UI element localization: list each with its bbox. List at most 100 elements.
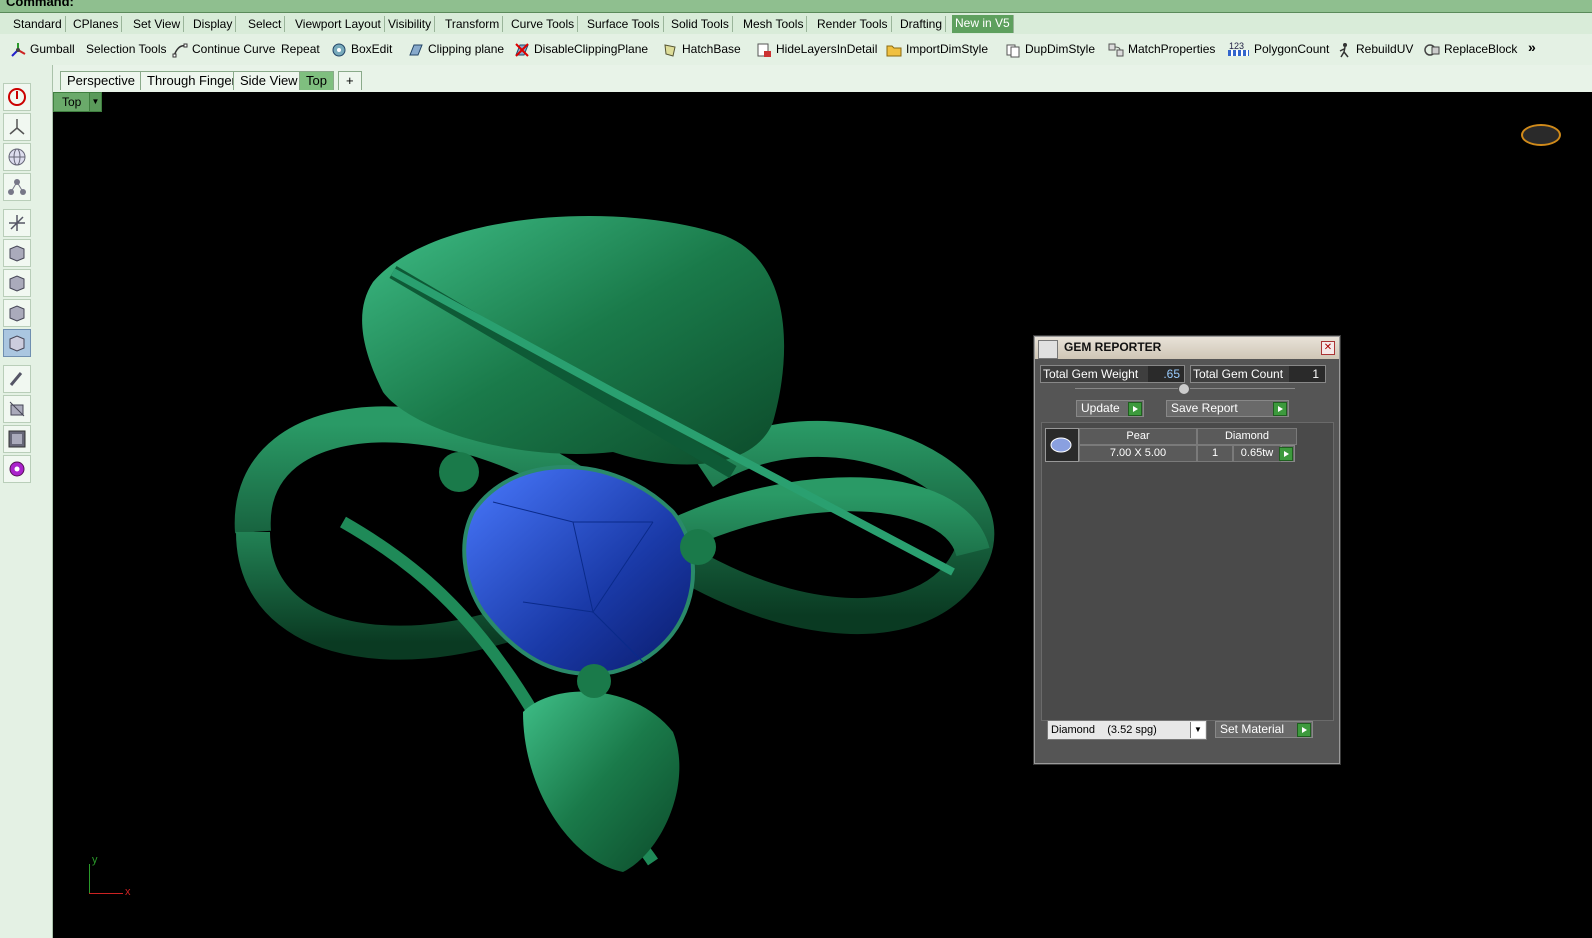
tab-select[interactable]: Select bbox=[245, 16, 286, 32]
tab-drafting[interactable]: Drafting bbox=[897, 16, 947, 32]
gem-row-go-button[interactable] bbox=[1279, 445, 1295, 462]
tab-standard[interactable]: Standard bbox=[10, 16, 66, 32]
tab-set-view[interactable]: Set View bbox=[130, 16, 185, 32]
import-dim-style-button[interactable]: ImportDimStyle bbox=[886, 39, 988, 59]
move-tool-button[interactable] bbox=[3, 209, 31, 237]
box-icon bbox=[9, 245, 25, 262]
gem-list: Pear Diamond 7.00 X 5.00 1 0.65tw bbox=[1041, 422, 1334, 721]
disable-clipping-plane-button[interactable]: DisableClippingPlane bbox=[514, 39, 648, 59]
ring-model bbox=[234, 216, 995, 872]
tab-solid-tools[interactable]: Solid Tools bbox=[668, 16, 733, 32]
command-line[interactable]: Command: bbox=[0, 0, 1592, 13]
repeat-button[interactable]: Repeat bbox=[281, 39, 320, 59]
box-tool-button-3[interactable] bbox=[3, 299, 31, 327]
tab-cplanes[interactable]: CPlanes bbox=[70, 16, 123, 32]
total-gem-weight-field: Total Gem Weight .65 bbox=[1040, 365, 1185, 383]
axis-indicator: y x bbox=[87, 854, 137, 898]
tab-side-view[interactable]: Side View bbox=[233, 71, 305, 90]
match-properties-button[interactable]: MatchProperties bbox=[1108, 39, 1215, 59]
tab-display[interactable]: Display bbox=[190, 16, 237, 32]
network-tool-button[interactable] bbox=[3, 173, 31, 201]
boxedit-icon bbox=[332, 43, 346, 57]
close-icon[interactable]: ✕ bbox=[1321, 341, 1335, 355]
gumball-button[interactable]: Gumball bbox=[10, 39, 75, 59]
gem-shape-cell: Pear bbox=[1079, 428, 1197, 445]
replace-block-button[interactable]: ReplaceBlock bbox=[1424, 39, 1517, 59]
viewport-tabs: Perspective Through Finger Side View Top… bbox=[53, 65, 1592, 93]
tab-mesh-tools[interactable]: Mesh Tools bbox=[740, 16, 808, 32]
set-material-button[interactable]: Set Material bbox=[1215, 721, 1313, 738]
gumball-icon bbox=[11, 42, 26, 57]
edit-tool-button[interactable] bbox=[3, 395, 31, 423]
selection-tools-button[interactable]: Selection Tools bbox=[86, 39, 167, 59]
material-select[interactable]: Diamond (3.52 spg) ▼ bbox=[1047, 720, 1207, 740]
frame-icon bbox=[8, 430, 26, 448]
update-label: Update bbox=[1081, 401, 1120, 415]
import-dim-style-label: ImportDimStyle bbox=[906, 42, 989, 56]
hide-layers-in-detail-button[interactable]: HideLayersInDetail bbox=[756, 39, 877, 59]
continue-curve-button[interactable]: Continue Curve bbox=[172, 39, 275, 59]
clipping-plane-label: Clipping plane bbox=[428, 42, 505, 56]
polygon-count-button[interactable]: 123 PolygonCount bbox=[1228, 39, 1329, 59]
collapse-icon[interactable] bbox=[1178, 383, 1190, 395]
repeat-label: Repeat bbox=[281, 42, 320, 56]
axis-x-label: x bbox=[125, 886, 131, 898]
hatchbase-icon bbox=[664, 44, 676, 57]
frame-tool-button[interactable] bbox=[3, 425, 31, 453]
chevron-down-icon[interactable]: ▼ bbox=[1190, 722, 1205, 738]
globe-tool-button[interactable] bbox=[3, 143, 31, 171]
folder-icon bbox=[886, 45, 902, 57]
tab-curve-tools[interactable]: Curve Tools bbox=[508, 16, 579, 32]
clipping-plane-button[interactable]: Clipping plane bbox=[408, 39, 504, 59]
axes-tool-button[interactable] bbox=[3, 113, 31, 141]
toolbar-tab-row: Standard CPlanes Set View Display Select… bbox=[0, 13, 1592, 35]
info-tool-button[interactable] bbox=[3, 83, 31, 111]
gumball-label: Gumball bbox=[30, 42, 75, 56]
tab-top[interactable]: Top bbox=[299, 71, 334, 90]
box-tool-button-1[interactable] bbox=[3, 239, 31, 267]
total-gem-weight-label: Total Gem Weight bbox=[1043, 367, 1139, 381]
left-toolbar bbox=[0, 65, 53, 938]
gear-icon bbox=[9, 461, 25, 477]
boxedit-button[interactable]: BoxEdit bbox=[331, 39, 392, 59]
hide-layers-icon bbox=[757, 43, 771, 57]
gem-reporter-titlebar[interactable]: GEM REPORTER ✕ bbox=[1035, 337, 1339, 359]
tab-through-finger[interactable]: Through Finger bbox=[140, 71, 243, 90]
dup-dim-style-label: DupDimStyle bbox=[1025, 42, 1096, 56]
tab-render-tools[interactable]: Render Tools bbox=[814, 16, 892, 32]
brush-tool-button[interactable] bbox=[3, 365, 31, 393]
dup-dim-style-button[interactable]: DupDimStyle bbox=[1005, 39, 1095, 59]
total-gem-count-label: Total Gem Count bbox=[1193, 367, 1284, 381]
save-report-button[interactable]: Save Report bbox=[1166, 400, 1289, 417]
tab-perspective[interactable]: Perspective bbox=[60, 71, 142, 90]
navigation-widget-icon[interactable] bbox=[1521, 124, 1561, 146]
continue-curve-label: Continue Curve bbox=[192, 42, 276, 56]
update-button[interactable]: Update bbox=[1076, 400, 1144, 417]
tab-new-in-v5[interactable]: New in V5 bbox=[952, 15, 1014, 33]
play-icon bbox=[1279, 447, 1293, 461]
box-tool-button-2[interactable] bbox=[3, 269, 31, 297]
box-tool-button-4[interactable] bbox=[3, 329, 31, 357]
command-label: Command: bbox=[6, 0, 74, 9]
rebuild-uv-button[interactable]: RebuildUV bbox=[1336, 39, 1413, 59]
replace-block-label: ReplaceBlock bbox=[1444, 42, 1518, 56]
gem-count-cell: 1 bbox=[1197, 445, 1233, 462]
tab-viewport-layout[interactable]: Viewport Layout bbox=[292, 16, 385, 32]
gem-thumbnail[interactable] bbox=[1045, 428, 1079, 462]
tab-visibility[interactable]: Visibility bbox=[385, 16, 436, 32]
polygon-count-icon: 123 bbox=[1228, 41, 1250, 59]
gem-size-cell: 7.00 X 5.00 bbox=[1079, 445, 1197, 462]
hatchbase-button[interactable]: HatchBase bbox=[662, 39, 741, 59]
add-viewport-button[interactable]: + bbox=[338, 71, 362, 90]
pear-gem-icon bbox=[1050, 437, 1072, 453]
save-report-label: Save Report bbox=[1171, 401, 1238, 415]
play-icon bbox=[1273, 402, 1287, 416]
toolbar-overflow-button[interactable]: » bbox=[1528, 39, 1536, 55]
tab-transform[interactable]: Transform bbox=[442, 16, 504, 32]
gear-tool-button[interactable] bbox=[3, 455, 31, 483]
tab-surface-tools[interactable]: Surface Tools bbox=[584, 16, 664, 32]
play-icon bbox=[1297, 723, 1311, 737]
command-toolbar: Gumball Selection Tools Continue Curve R… bbox=[0, 34, 1592, 66]
gem-reporter-logo-icon bbox=[1038, 340, 1058, 359]
viewport-top[interactable]: Top ▼ y x bbox=[53, 92, 1592, 938]
